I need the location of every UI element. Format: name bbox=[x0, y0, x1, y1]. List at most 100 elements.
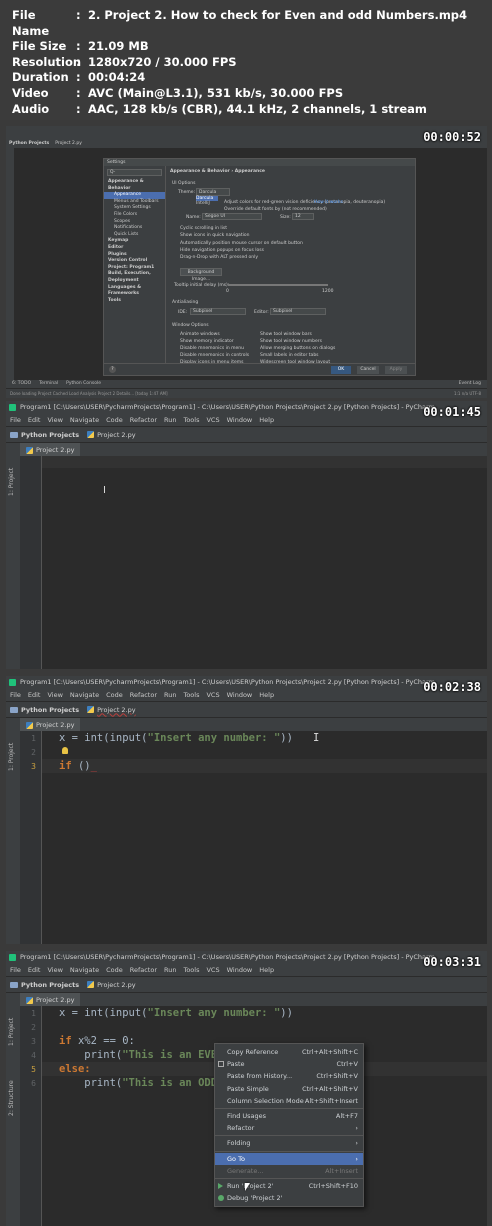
menu-file[interactable]: File bbox=[10, 689, 21, 701]
nav-project[interactable]: Python Projects bbox=[10, 427, 79, 443]
settings-tree-item[interactable]: Notifications bbox=[104, 225, 165, 232]
cancel-button[interactable]: Cancel bbox=[357, 366, 379, 374]
settings-search[interactable]: Q- bbox=[107, 169, 162, 176]
tab-project-2[interactable]: Project 2.py bbox=[20, 718, 81, 732]
ui-option-checkbox[interactable]: Hide navigation popups on focus loss bbox=[180, 247, 303, 254]
python-console-tab[interactable]: Python Console bbox=[66, 380, 101, 388]
ui-option-checkbox[interactable]: Cyclic scrolling in list bbox=[180, 225, 303, 232]
settings-tree-item[interactable]: File Colors bbox=[104, 212, 165, 219]
nav-file[interactable]: Project 2.py bbox=[87, 977, 136, 993]
menu-run[interactable]: Run bbox=[164, 964, 176, 976]
menu-view[interactable]: View bbox=[47, 414, 62, 426]
menu-navigate[interactable]: Navigate bbox=[70, 689, 99, 701]
menu-code[interactable]: Code bbox=[106, 689, 123, 701]
nav-project[interactable]: Python Projects bbox=[10, 977, 79, 993]
menu-tools[interactable]: Tools bbox=[183, 689, 199, 701]
terminal-tab[interactable]: Terminal bbox=[39, 380, 58, 388]
ui-option-checkbox[interactable]: Automatically position mouse cursor on d… bbox=[180, 240, 303, 247]
ide-aa-select[interactable]: Subpixel bbox=[190, 308, 246, 315]
project-tool-button[interactable]: 1: Project bbox=[8, 743, 15, 771]
window-option-checkbox[interactable]: Disable mnemonics in menu bbox=[180, 345, 249, 352]
window-option-checkbox[interactable]: Animate windows bbox=[180, 331, 249, 338]
menu-item-debug[interactable]: Debug 'Project 2' bbox=[215, 1192, 363, 1204]
menu-code[interactable]: Code bbox=[106, 414, 123, 426]
settings-tree-item[interactable]: Version Control bbox=[104, 258, 165, 265]
nav-file[interactable]: Project 2.py bbox=[55, 140, 82, 148]
menu-view[interactable]: View bbox=[47, 689, 62, 701]
settings-tree-item[interactable]: Languages & Frameworks bbox=[104, 285, 165, 298]
settings-tree-item[interactable]: Appearance bbox=[104, 192, 165, 199]
background-image-button[interactable]: Background Image... bbox=[180, 268, 222, 282]
apply-button[interactable]: Apply bbox=[385, 366, 407, 374]
menu-item-paste-simple[interactable]: Paste Simple Ctrl+Alt+Shift+V bbox=[215, 1083, 363, 1095]
menu-item-copy-reference[interactable]: Copy Reference Ctrl+Alt+Shift+C bbox=[215, 1046, 363, 1058]
intention-bulb-icon[interactable] bbox=[62, 747, 68, 754]
help-icon[interactable]: ? bbox=[109, 366, 116, 373]
settings-tree-item[interactable]: Build, Execution, Deployment bbox=[104, 271, 165, 284]
settings-tree-item[interactable]: Editor bbox=[104, 245, 165, 252]
menu-item-paste[interactable]: Paste Ctrl+V bbox=[215, 1058, 363, 1070]
menu-item-refactor[interactable]: Refactor › bbox=[215, 1122, 363, 1134]
menu-item-column-selection[interactable]: Column Selection Mode Alt+Shift+Insert bbox=[215, 1095, 363, 1107]
menu-item-find-usages[interactable]: Find Usages Alt+F7 bbox=[215, 1110, 363, 1122]
nav-project[interactable]: Python Projects bbox=[9, 140, 49, 148]
adjust-colors-check[interactable]: Adjust colors for red-green vision defic… bbox=[224, 200, 385, 205]
menu-window[interactable]: Window bbox=[227, 964, 253, 976]
tab-project-2[interactable]: Project 2.py bbox=[20, 443, 81, 457]
menu-edit[interactable]: Edit bbox=[28, 964, 41, 976]
menu-run[interactable]: Run bbox=[164, 414, 176, 426]
window-option-checkbox[interactable]: Show tool window bars bbox=[260, 331, 335, 338]
event-log-tab[interactable]: Event Log bbox=[459, 380, 487, 388]
menu-refactor[interactable]: Refactor bbox=[130, 414, 157, 426]
menu-file[interactable]: File bbox=[10, 414, 21, 426]
menu-edit[interactable]: Edit bbox=[28, 414, 41, 426]
menu-window[interactable]: Window bbox=[227, 689, 253, 701]
settings-tree-item[interactable]: Keymap bbox=[104, 238, 165, 245]
menu-help[interactable]: Help bbox=[259, 689, 274, 701]
how-it-works-link[interactable]: How it works bbox=[314, 200, 343, 205]
tab-project-2[interactable]: Project 2.py bbox=[20, 993, 81, 1007]
nav-file[interactable]: Project 2.py bbox=[87, 427, 136, 443]
window-option-checkbox[interactable]: Show tool window numbers bbox=[260, 338, 335, 345]
theme-select[interactable]: Darcula bbox=[196, 188, 230, 196]
menu-window[interactable]: Window bbox=[227, 414, 253, 426]
menu-item-paste-history[interactable]: Paste from History... Ctrl+Shift+V bbox=[215, 1070, 363, 1082]
override-fonts-check[interactable]: Override default fonts by (not recommend… bbox=[224, 207, 327, 212]
menu-item-folding[interactable]: Folding › bbox=[215, 1137, 363, 1149]
settings-tree-item[interactable]: Appearance & Behavior bbox=[104, 179, 165, 192]
menu-item-go-to[interactable]: Go To › bbox=[215, 1152, 363, 1165]
settings-tree-item[interactable]: System Settings bbox=[104, 205, 165, 212]
code-editor[interactable]: I bbox=[20, 456, 487, 669]
window-option-checkbox[interactable]: Disable mnemonics in controls bbox=[180, 352, 249, 359]
nav-file[interactable]: Project 2.py bbox=[87, 702, 136, 718]
window-option-checkbox[interactable]: Allow merging buttons on dialogs bbox=[260, 345, 335, 352]
menu-view[interactable]: View bbox=[47, 964, 62, 976]
menu-help[interactable]: Help bbox=[259, 964, 274, 976]
menu-edit[interactable]: Edit bbox=[28, 689, 41, 701]
menu-navigate[interactable]: Navigate bbox=[70, 964, 99, 976]
menu-refactor[interactable]: Refactor bbox=[130, 964, 157, 976]
ok-button[interactable]: OK bbox=[331, 366, 351, 374]
todo-tab[interactable]: 6: TODO bbox=[12, 380, 31, 388]
editor-aa-select[interactable]: Subpixel bbox=[270, 308, 326, 315]
structure-tool-button[interactable]: 2: Structure bbox=[8, 1080, 15, 1116]
menu-item-generate[interactable]: Generate... Alt+Insert bbox=[215, 1165, 363, 1177]
ui-option-checkbox[interactable]: Show icons in quick navigation bbox=[180, 232, 303, 239]
menu-vcs[interactable]: VCS bbox=[206, 414, 219, 426]
menu-vcs[interactable]: VCS bbox=[206, 964, 219, 976]
menu-refactor[interactable]: Refactor bbox=[130, 689, 157, 701]
project-tool-button[interactable]: 1: Project bbox=[8, 468, 15, 496]
menu-tools[interactable]: Tools bbox=[183, 964, 199, 976]
font-name-select[interactable]: Segoe UI bbox=[202, 213, 262, 220]
font-size-select[interactable]: 12 bbox=[292, 213, 314, 220]
menu-tools[interactable]: Tools bbox=[183, 414, 199, 426]
tooltip-delay-slider[interactable] bbox=[228, 284, 328, 286]
menu-item-run[interactable]: Run 'Project 2' Ctrl+Shift+F10 bbox=[215, 1180, 363, 1192]
theme-option[interactable]: IntelliJ bbox=[196, 201, 218, 206]
menu-navigate[interactable]: Navigate bbox=[70, 414, 99, 426]
menu-file[interactable]: File bbox=[10, 964, 21, 976]
window-option-checkbox[interactable]: Show memory indicator bbox=[180, 338, 249, 345]
menu-run[interactable]: Run bbox=[164, 689, 176, 701]
settings-tree-item[interactable]: Tools bbox=[104, 298, 165, 305]
project-tool-button[interactable]: 1: Project bbox=[8, 1018, 15, 1046]
